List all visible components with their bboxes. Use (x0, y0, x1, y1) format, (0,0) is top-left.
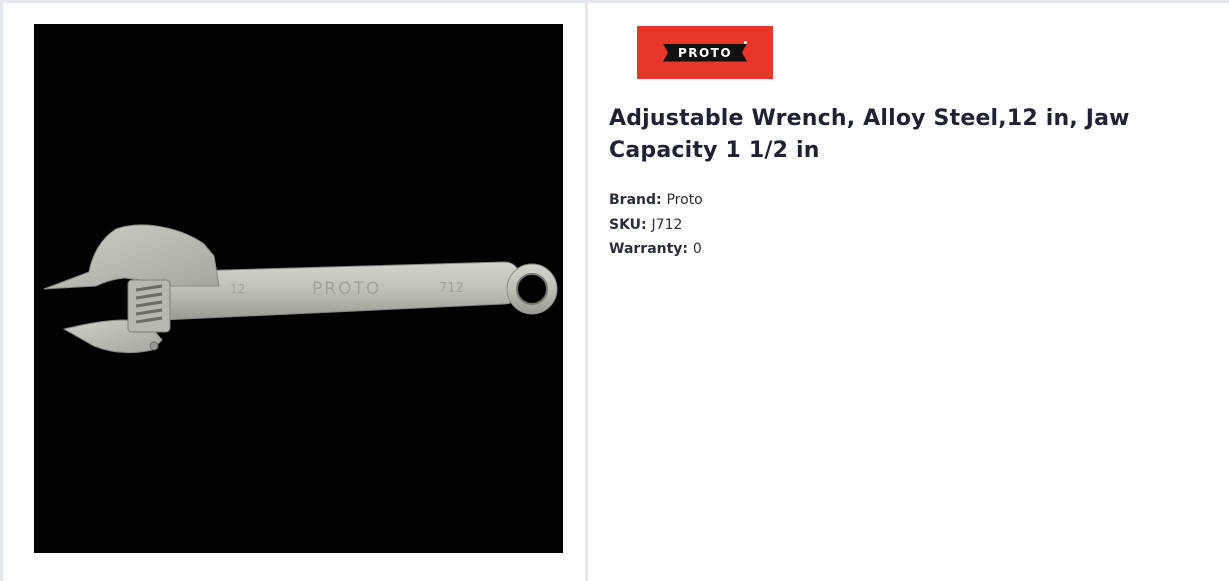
product-image-panel: 12 PROTO 712 (0, 3, 588, 581)
spec-value-sku: J712 (651, 216, 683, 233)
spec-value-warranty: 0 (692, 241, 702, 257)
product-image[interactable]: 12 PROTO 712 (34, 24, 563, 553)
brand-logo-text: PROTO (677, 45, 733, 60)
wrench-size-marking: 12 (230, 282, 245, 296)
spec-row-sku: SKU: J712 (609, 213, 703, 238)
spec-label: SKU: (609, 216, 652, 233)
product-specs: Brand: Proto SKU: J712 Warranty: 0 (609, 188, 703, 262)
spec-value-brand: Proto (666, 192, 703, 208)
brand-logo-plate: PROTO (663, 43, 747, 62)
spec-label: Warranty: (609, 241, 693, 257)
product-info-panel: PROTO Adjustable Wrench, Alloy Steel,12 … (588, 3, 1229, 581)
spec-row-brand: Brand: Proto (609, 188, 703, 213)
spec-label: Brand: (609, 192, 667, 208)
brand-logo[interactable]: PROTO (637, 26, 773, 79)
trademark-dot (744, 41, 747, 44)
wrench-brand-marking: PROTO (312, 279, 381, 299)
wrench-model-marking: 712 (439, 281, 464, 296)
spec-row-warranty: Warranty: 0 (609, 237, 703, 262)
product-detail-page: 12 PROTO 712 PROTO Adjustable Wrench, Al… (0, 0, 1229, 581)
wrench-icon: 12 PROTO 712 (43, 224, 558, 354)
product-title: Adjustable Wrench, Alloy Steel,12 in, Ja… (609, 106, 1130, 163)
